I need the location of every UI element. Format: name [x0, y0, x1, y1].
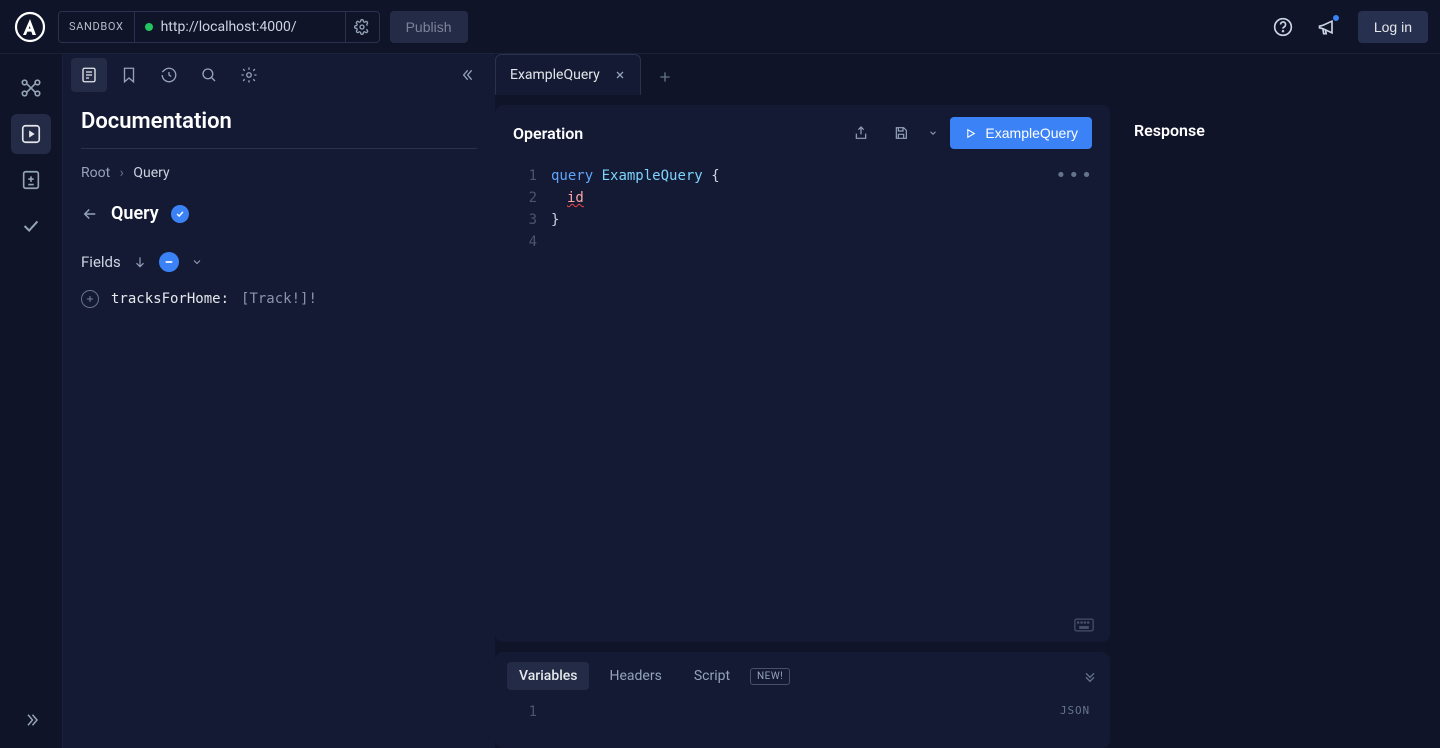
tab-headers[interactable]: Headers: [597, 662, 673, 690]
tab-example-query[interactable]: ExampleQuery: [495, 54, 641, 95]
operation-title: Operation: [513, 124, 583, 143]
variables-gutter: 1: [495, 700, 547, 740]
nav-checks[interactable]: [11, 206, 51, 246]
variables-format-label: JSON: [1060, 700, 1110, 740]
fields-label: Fields: [81, 253, 121, 271]
nav-diff[interactable]: [11, 160, 51, 200]
breadcrumb: Root › Query: [81, 165, 477, 181]
type-name: Query: [111, 203, 159, 224]
variables-editor[interactable]: 1 JSON: [495, 700, 1110, 740]
sort-icon[interactable]: [133, 255, 147, 269]
rail-expand-button[interactable]: [11, 700, 51, 740]
endpoint-url[interactable]: http://localhost:4000/: [135, 12, 345, 42]
tab-bar: ExampleQuery: [495, 54, 1440, 95]
endpoint-settings-button[interactable]: [345, 12, 379, 42]
help-button[interactable]: [1266, 10, 1300, 44]
topbar: SANDBOX http://localhost:4000/ Publish L…: [0, 0, 1440, 54]
field-type: [Track!]!: [241, 291, 317, 307]
sandbox-url-group: SANDBOX http://localhost:4000/: [58, 11, 380, 43]
fields-menu-chevron-icon[interactable]: [191, 256, 203, 268]
operation-panel: Operation ExampleQuery: [495, 105, 1110, 642]
variables-panel: Variables Headers Script NEW! 1 JSON: [495, 652, 1110, 748]
docs-tab-history[interactable]: [151, 58, 187, 92]
tab-script[interactable]: Script: [682, 662, 742, 690]
breadcrumb-root[interactable]: Root: [81, 165, 110, 181]
new-badge: NEW!: [750, 668, 790, 685]
announcements-button[interactable]: [1310, 10, 1344, 44]
operation-more-menu[interactable]: •••: [1055, 165, 1094, 187]
run-query-button[interactable]: ExampleQuery: [950, 117, 1092, 149]
collapse-all-button[interactable]: [159, 252, 179, 272]
response-panel: Response: [1110, 105, 1440, 748]
tab-label: ExampleQuery: [510, 67, 600, 83]
documentation-panel: Documentation Root › Query Query Fields: [63, 54, 495, 748]
docs-tab-reference[interactable]: [71, 58, 107, 92]
back-button[interactable]: [81, 205, 99, 223]
publish-button[interactable]: Publish: [390, 11, 468, 43]
check-badge-icon: [171, 205, 189, 223]
status-dot-icon: [145, 23, 153, 31]
keyboard-shortcuts-icon[interactable]: [1074, 618, 1094, 632]
response-title: Response: [1134, 121, 1416, 140]
sandbox-badge: SANDBOX: [59, 12, 135, 42]
breadcrumb-current: Query: [133, 165, 169, 181]
close-tab-button[interactable]: [614, 69, 626, 81]
field-name: tracksForHome:: [111, 291, 229, 307]
docs-tab-bookmarks[interactable]: [111, 58, 147, 92]
operation-editor[interactable]: 1 2 3 4 query ExampleQuery { id } •••: [495, 161, 1110, 642]
docs-tab-search[interactable]: [191, 58, 227, 92]
endpoint-url-text: http://localhost:4000/: [161, 19, 297, 35]
line-gutter: 1 2 3 4: [495, 161, 547, 642]
add-field-icon[interactable]: [81, 290, 99, 308]
save-menu-chevron-icon[interactable]: [926, 118, 940, 148]
left-rail: [0, 54, 63, 748]
fields-header: Fields: [81, 252, 477, 272]
variables-collapse-button[interactable]: [1082, 668, 1098, 684]
nav-schema[interactable]: [11, 68, 51, 108]
docs-collapse-button[interactable]: [451, 58, 487, 92]
login-button[interactable]: Log in: [1358, 11, 1428, 43]
docs-tab-settings[interactable]: [231, 58, 267, 92]
docs-toolbar: [63, 54, 495, 95]
tab-variables[interactable]: Variables: [507, 662, 589, 690]
apollo-logo[interactable]: [12, 9, 48, 45]
chevron-right-icon: ›: [120, 165, 124, 181]
docs-title: Documentation: [81, 109, 477, 149]
add-tab-button[interactable]: [647, 59, 683, 95]
share-button[interactable]: [846, 118, 876, 148]
nav-explorer[interactable]: [11, 114, 51, 154]
field-row[interactable]: tracksForHome: [Track!]!: [81, 290, 477, 308]
notification-dot-icon: [1332, 14, 1340, 22]
save-button[interactable]: [886, 118, 916, 148]
code-content[interactable]: query ExampleQuery { id }: [547, 161, 1110, 642]
main-area: ExampleQuery Operation: [495, 54, 1440, 748]
run-button-label: ExampleQuery: [985, 125, 1078, 141]
